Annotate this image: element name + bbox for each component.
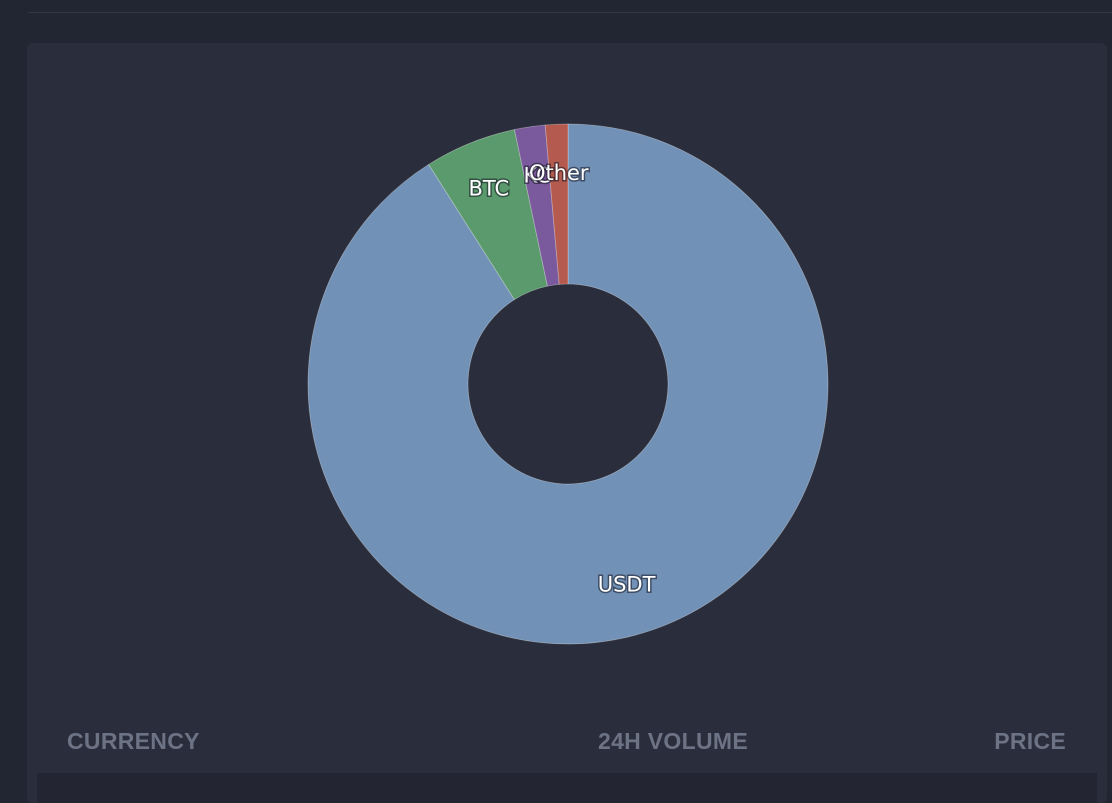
column-header-price[interactable]: PRICE [994,728,1066,758]
chart-slices [307,123,829,645]
donut-chart: USDTBTCKCOther [307,123,829,645]
slice-label-btc: BTC [469,176,510,200]
column-header-24h-volume[interactable]: 24H VOLUME [598,728,748,758]
slice-label-other: Other [529,161,589,185]
column-header-currency[interactable]: CURRENCY [67,728,200,758]
table-row[interactable] [37,773,1097,803]
slice-label-usdt: USDT [598,573,656,597]
